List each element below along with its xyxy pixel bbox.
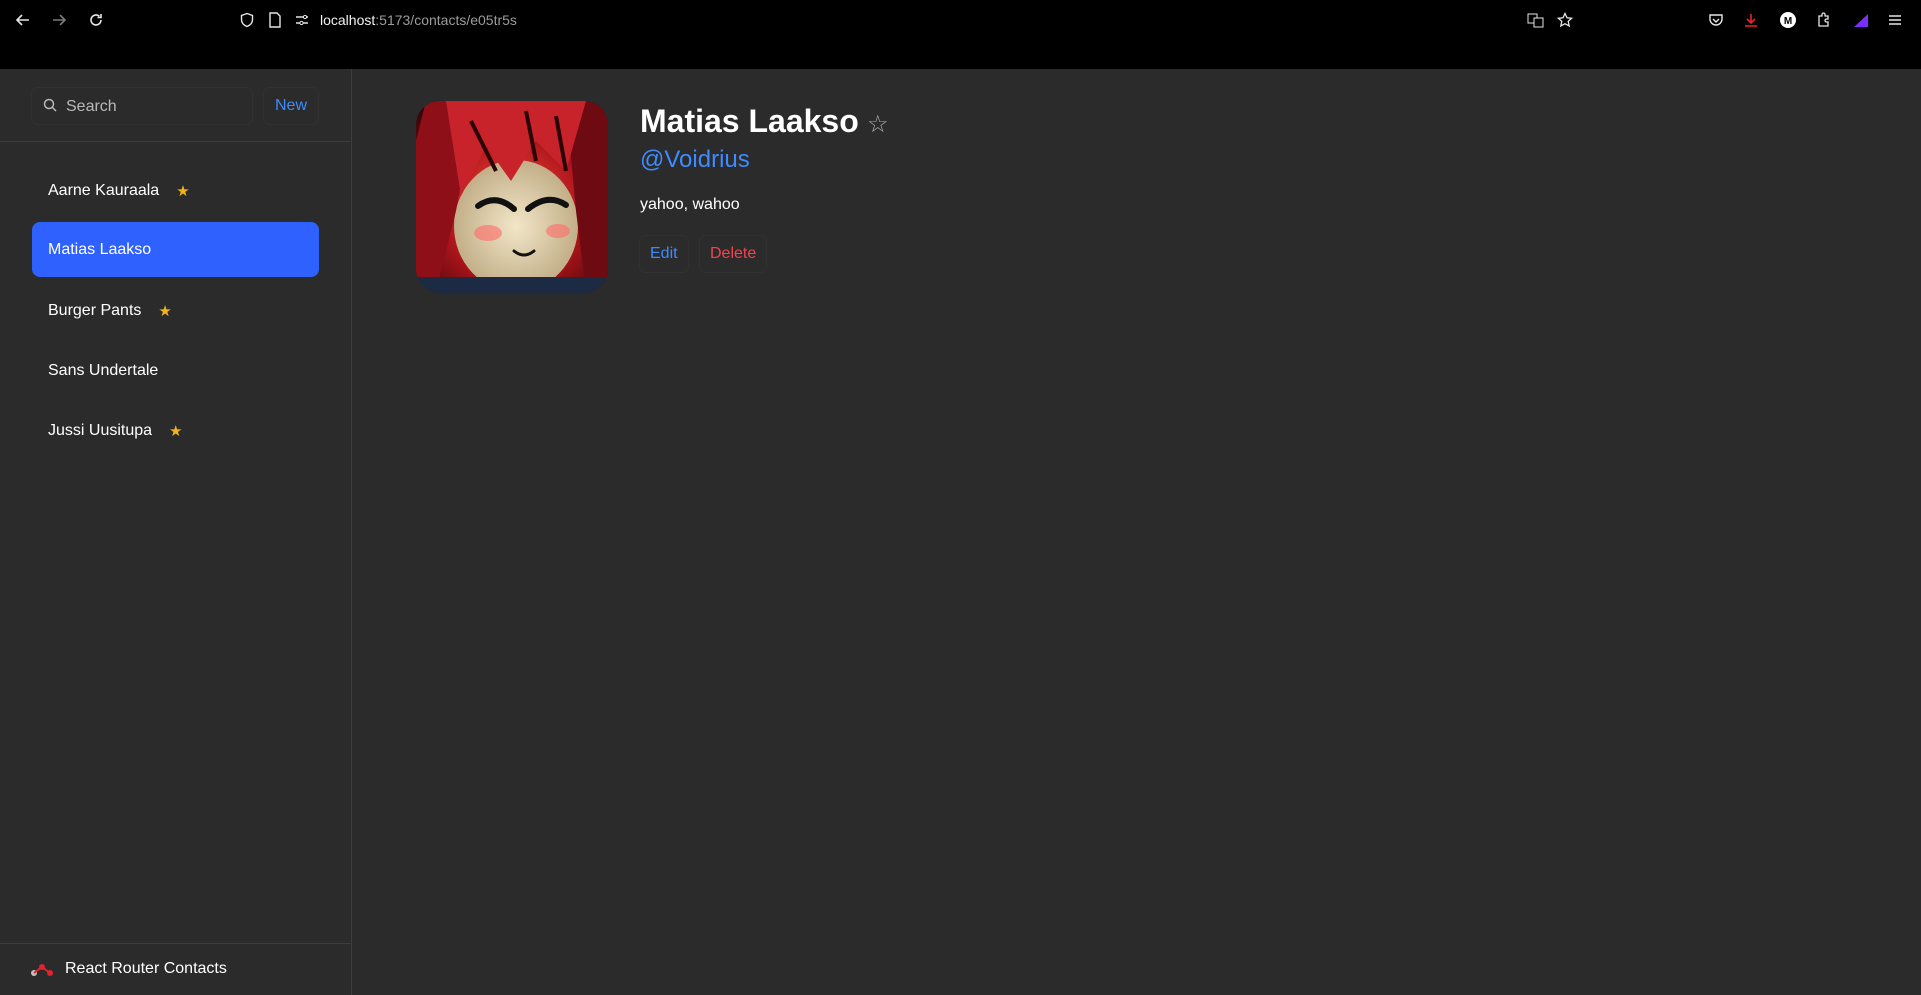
browser-toolbar: localhost:5173/contacts/e05tr5s M bbox=[0, 0, 1921, 69]
contact-notes: yahoo, wahoo bbox=[640, 196, 740, 213]
account-avatar-icon[interactable]: M bbox=[1778, 10, 1798, 30]
contact-name: Aarne Kauraala bbox=[48, 181, 160, 199]
reload-icon[interactable] bbox=[86, 10, 106, 30]
contact-item-matias-laakso[interactable]: Matias Laakso bbox=[32, 222, 319, 277]
pocket-icon[interactable] bbox=[1706, 10, 1726, 30]
avatar bbox=[416, 101, 608, 293]
favorite-toggle-star-icon[interactable]: ☆ bbox=[867, 110, 889, 139]
url-path: :5173/contacts/e05tr5s bbox=[375, 12, 517, 28]
translate-icon[interactable] bbox=[1526, 10, 1546, 30]
contact-name: Sans Undertale bbox=[48, 361, 159, 379]
twitter-handle-link[interactable]: @Voidrius bbox=[640, 146, 750, 174]
url-host: localhost bbox=[320, 12, 376, 28]
favorite-star-icon: ★ bbox=[169, 422, 183, 440]
extension-purple-icon[interactable] bbox=[1851, 10, 1871, 30]
forward-arrow-icon[interactable] bbox=[49, 10, 69, 30]
download-icon[interactable] bbox=[1741, 10, 1761, 30]
contact-name-heading: Matias Laakso bbox=[640, 103, 859, 139]
contact-name: Burger Pants bbox=[48, 301, 142, 319]
extensions-icon[interactable] bbox=[1814, 10, 1834, 30]
contact-name: Matias Laakso bbox=[48, 240, 152, 258]
shield-icon[interactable] bbox=[237, 10, 257, 30]
app-brand: React Router Contacts bbox=[65, 960, 227, 977]
edit-button[interactable]: Edit bbox=[640, 236, 688, 272]
svg-text:M: M bbox=[1784, 16, 1792, 27]
contact-item-jussi-uusitupa[interactable]: Jussi Uusitupa ★ bbox=[32, 403, 319, 458]
search-icon bbox=[43, 98, 58, 118]
contact-item-aarne-kauraala[interactable]: Aarne Kauraala ★ bbox=[32, 163, 319, 218]
delete-button[interactable]: Delete bbox=[700, 236, 767, 272]
contact-item-burger-pants[interactable]: Burger Pants ★ bbox=[32, 283, 319, 338]
search-box[interactable] bbox=[32, 88, 252, 126]
favorite-star-icon: ★ bbox=[176, 182, 190, 200]
address-bar[interactable]: localhost:5173/contacts/e05tr5s bbox=[320, 12, 517, 28]
contact-name: Jussi Uusitupa bbox=[48, 421, 153, 439]
permissions-icon[interactable] bbox=[292, 10, 312, 30]
search-input[interactable] bbox=[64, 88, 248, 126]
page-icon[interactable] bbox=[265, 10, 285, 30]
contact-item-sans-undertale[interactable]: Sans Undertale bbox=[32, 343, 319, 398]
sidebar-footer: React Router Contacts bbox=[0, 943, 351, 995]
new-contact-button[interactable]: New bbox=[264, 88, 318, 124]
react-router-logo-icon bbox=[30, 959, 54, 984]
back-arrow-icon[interactable] bbox=[13, 10, 33, 30]
search-row: New bbox=[0, 69, 351, 142]
favorite-star-icon: ★ bbox=[158, 302, 172, 320]
sidebar: New Aarne Kauraala ★ Matias Laakso Burge… bbox=[0, 69, 352, 995]
menu-icon[interactable] bbox=[1885, 10, 1905, 30]
bookmark-star-icon[interactable] bbox=[1555, 10, 1575, 30]
